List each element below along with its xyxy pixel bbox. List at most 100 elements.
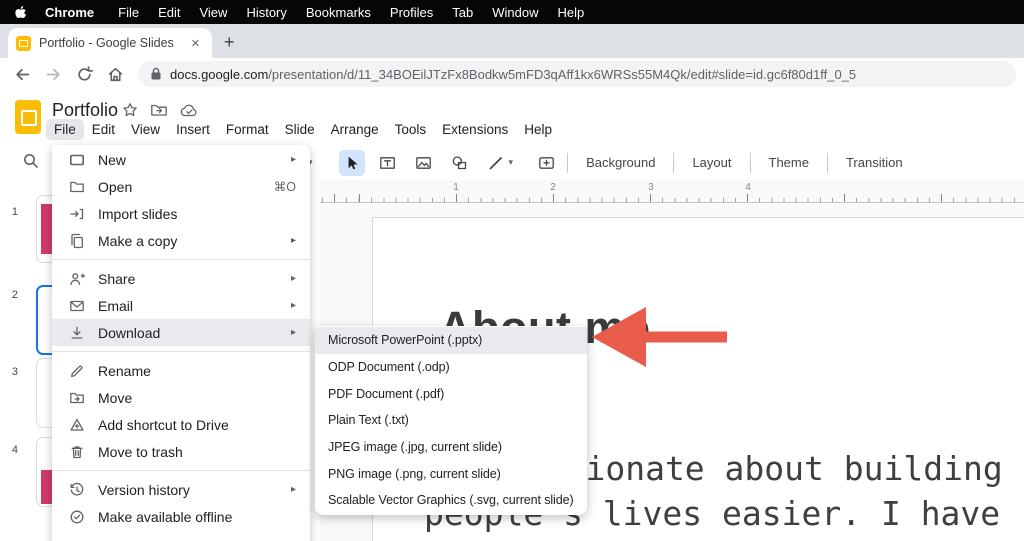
mac-menu-file[interactable]: File	[118, 5, 139, 20]
file-menu-item-rename[interactable]: Rename	[52, 357, 310, 384]
copy-icon	[68, 233, 86, 249]
mac-menu-history[interactable]: History	[246, 5, 286, 20]
back-icon[interactable]	[14, 66, 31, 83]
file-menu-item-share[interactable]: Share ▸	[52, 265, 310, 292]
offline-check-icon	[68, 509, 86, 525]
app-menu-bar: File Edit View Insert Format Slide Arran…	[46, 119, 560, 140]
trash-icon	[68, 444, 86, 460]
reload-icon[interactable]	[76, 66, 93, 83]
mac-menu-view[interactable]: View	[199, 5, 227, 20]
menu-separator	[52, 470, 310, 471]
select-tool-button[interactable]	[339, 150, 365, 176]
file-menu-item-email[interactable]: Email ▸	[52, 292, 310, 319]
submenu-arrow-icon: ▸	[291, 273, 296, 284]
tab-close-icon[interactable]: ✕	[187, 35, 204, 52]
mac-menu-bookmarks[interactable]: Bookmarks	[306, 5, 371, 20]
tab-strip: Portfolio - Google Slides ✕ +	[0, 24, 1024, 58]
apple-logo-icon[interactable]	[14, 5, 27, 20]
layout-button[interactable]: Layout	[682, 155, 741, 170]
submenu-item-pdf[interactable]: PDF Document (.pdf)	[315, 380, 587, 407]
mac-menu-window[interactable]: Window	[492, 5, 538, 20]
import-slides-icon	[68, 206, 86, 222]
slide-number-1: 1	[0, 206, 18, 218]
url-domain: docs.google.com	[170, 67, 268, 82]
ruler-label: 4	[745, 182, 751, 193]
insert-line-tool-button[interactable]	[483, 150, 509, 176]
file-menu-item-add-shortcut-to-drive[interactable]: Add shortcut to Drive	[52, 411, 310, 438]
text-box-tool-button[interactable]	[375, 150, 401, 176]
shortcut-label: ⌘O	[274, 179, 296, 194]
slides-logo-icon[interactable]	[15, 100, 41, 134]
slides-header: Portfolio File Edit View Insert Format S…	[0, 90, 1024, 145]
mac-menu-help[interactable]: Help	[558, 5, 585, 20]
screen: Chrome File Edit View History Bookmarks …	[0, 0, 1024, 541]
folder-open-icon	[68, 179, 86, 195]
address-bar: docs.google.com/presentation/d/11_34BOEi…	[0, 58, 1024, 90]
submenu-arrow-icon: ▸	[291, 300, 296, 311]
home-icon[interactable]	[107, 66, 124, 83]
mac-app-name[interactable]: Chrome	[45, 5, 94, 20]
mac-menu-edit[interactable]: Edit	[158, 5, 180, 20]
menu-help[interactable]: Help	[516, 119, 560, 140]
url-path: /presentation/d/11_34BOEilJTzFx8Bodkw5mF…	[268, 67, 856, 82]
submenu-item-jpeg[interactable]: JPEG image (.jpg, current slide)	[315, 434, 587, 461]
cloud-saved-icon[interactable]	[180, 103, 199, 118]
submenu-item-svg[interactable]: Scalable Vector Graphics (.svg, current …	[315, 487, 587, 514]
submenu-item-png[interactable]: PNG image (.png, current slide)	[315, 460, 587, 487]
file-menu-item-version-history[interactable]: Version history ▸	[52, 476, 310, 503]
menu-view[interactable]: View	[123, 119, 168, 140]
document-title[interactable]: Portfolio	[52, 100, 118, 121]
menu-arrange[interactable]: Arrange	[323, 119, 387, 140]
new-presentation-icon	[68, 152, 86, 168]
tab-title: Portfolio - Google Slides	[39, 36, 187, 50]
insert-shape-tool-button[interactable]	[447, 150, 473, 176]
search-menus-icon[interactable]	[22, 152, 40, 170]
menu-file[interactable]: File	[46, 119, 84, 140]
file-menu-item-make-a-copy[interactable]: Make a copy ▸	[52, 227, 310, 254]
theme-button[interactable]: Theme	[759, 155, 819, 170]
submenu-item-odp[interactable]: ODP Document (.odp)	[315, 354, 587, 381]
forward-icon[interactable]	[45, 66, 62, 83]
file-menu-item-download[interactable]: Download ▸	[52, 319, 310, 346]
insert-placeholder-tool-button[interactable]	[533, 150, 559, 176]
move-folder-icon[interactable]	[150, 102, 168, 118]
submenu-arrow-icon: ▸	[291, 327, 296, 338]
file-menu-item-new[interactable]: New ▸	[52, 146, 310, 173]
menu-format[interactable]: Format	[218, 119, 277, 140]
submenu-item-pptx[interactable]: Microsoft PowerPoint (.pptx)	[315, 327, 587, 354]
slide-number-4: 4	[0, 444, 18, 456]
macos-menu-bar: Chrome File Edit View History Bookmarks …	[0, 0, 1024, 24]
file-menu: New ▸ Open ⌘O Import slides Make a copy …	[52, 145, 310, 541]
file-menu-item-open[interactable]: Open ⌘O	[52, 173, 310, 200]
insert-image-tool-button[interactable]	[411, 150, 437, 176]
file-menu-item-import-slides[interactable]: Import slides	[52, 200, 310, 227]
file-menu-item-make-available-offline[interactable]: Make available offline	[52, 503, 310, 530]
new-tab-button[interactable]: +	[224, 32, 235, 52]
file-menu-item-move-to-trash[interactable]: Move to trash	[52, 438, 310, 465]
menu-insert[interactable]: Insert	[168, 119, 218, 140]
menu-extensions[interactable]: Extensions	[434, 119, 516, 140]
menu-tools[interactable]: Tools	[387, 119, 435, 140]
line-tool-caret-icon[interactable]: ▾	[509, 157, 514, 168]
slide-number-3: 3	[0, 366, 18, 378]
browser-tab[interactable]: Portfolio - Google Slides ✕	[8, 28, 212, 58]
background-button[interactable]: Background	[576, 155, 665, 170]
omnibox[interactable]: docs.google.com/presentation/d/11_34BOEi…	[138, 61, 1016, 87]
ruler-label: 3	[648, 182, 654, 193]
url-text: docs.google.com/presentation/d/11_34BOEi…	[170, 67, 856, 82]
transition-button[interactable]: Transition	[836, 155, 913, 170]
lock-icon[interactable]	[150, 67, 162, 81]
person-add-icon	[68, 271, 86, 287]
submenu-item-txt[interactable]: Plain Text (.txt)	[315, 407, 587, 434]
slide-number-2: 2	[0, 289, 18, 301]
mac-menu-tab[interactable]: Tab	[452, 5, 473, 20]
file-menu-item-move[interactable]: Move	[52, 384, 310, 411]
star-icon[interactable]	[122, 102, 138, 118]
menu-edit[interactable]: Edit	[84, 119, 123, 140]
ruler-label: 2	[550, 182, 556, 193]
mac-menu-profiles[interactable]: Profiles	[390, 5, 433, 20]
menu-slide[interactable]: Slide	[277, 119, 323, 140]
download-icon	[68, 325, 86, 341]
menu-separator	[52, 351, 310, 352]
pencil-icon	[68, 363, 86, 379]
